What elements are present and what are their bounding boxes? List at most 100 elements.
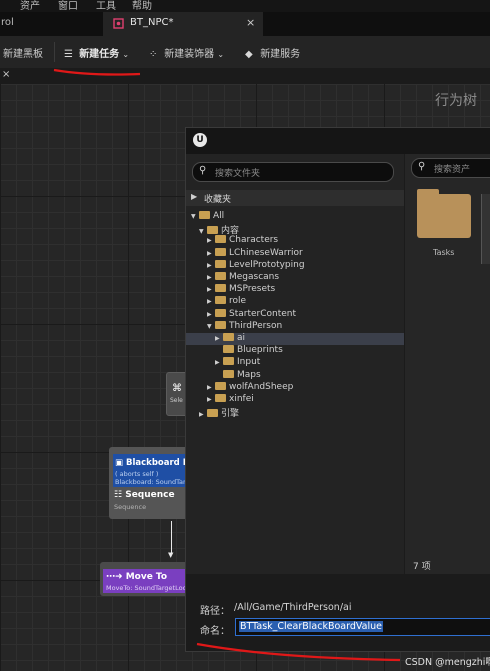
annotation-underline-toolbar bbox=[53, 68, 141, 76]
folder-tree-item-content: Blueprints bbox=[215, 345, 283, 355]
menu-item-help[interactable]: 帮助 bbox=[132, 0, 152, 12]
folder-icon bbox=[417, 194, 471, 238]
chevron-right-icon[interactable]: ▶ bbox=[207, 274, 215, 281]
chevron-right-icon[interactable]: ▶ bbox=[199, 411, 207, 418]
asset-name-value: BTTask_ClearBlackBoardValue bbox=[239, 621, 383, 632]
search-icon: ⚲ bbox=[418, 161, 426, 172]
asset-search-input[interactable]: ⚲ 搜索资产 bbox=[411, 158, 490, 178]
asset-tile-label: Tasks bbox=[433, 248, 455, 257]
new-decorator-button[interactable]: ⁘ 新建装饰器 ⌄ bbox=[149, 45, 224, 60]
close-icon[interactable]: × bbox=[2, 69, 10, 80]
folder-tree-item[interactable]: ▶ Input bbox=[186, 357, 404, 369]
folder-tree-item-content: ▶ Input bbox=[215, 357, 260, 367]
selector-icon: ⌘ bbox=[172, 383, 182, 394]
search-icon: ⚲ bbox=[199, 165, 207, 176]
folder-icon bbox=[215, 247, 226, 256]
folder-tree-label: Maps bbox=[237, 369, 261, 380]
chevron-right-icon[interactable]: ▶ bbox=[207, 311, 215, 318]
folder-tree-item-content: ▶ ai bbox=[215, 333, 245, 343]
menu-item-asset[interactable]: 资产 bbox=[20, 0, 40, 12]
folder-tree-item[interactable]: ▶ wolfAndSheep bbox=[186, 381, 404, 394]
folder-tree-item[interactable]: ▼ ThirdPerson bbox=[186, 320, 404, 333]
folder-tree-item[interactable]: ▼ All bbox=[186, 211, 404, 223]
path-label: 路径： bbox=[200, 606, 230, 617]
asset-tile-tasks[interactable]: Tasks bbox=[415, 189, 475, 264]
folder-tree-item[interactable]: ▶ 引擎 bbox=[186, 406, 404, 420]
new-service-label: 新建服务 bbox=[260, 49, 301, 60]
folder-tree-item[interactable]: Maps bbox=[186, 369, 404, 382]
folder-tree-item[interactable]: ▶ ai bbox=[186, 333, 404, 345]
new-task-button[interactable]: ☰ 新建任务 ⌄ bbox=[64, 45, 130, 60]
menu-item-tools[interactable]: 工具 bbox=[96, 0, 116, 12]
folder-tree-item[interactable]: ▶ xinfei bbox=[186, 394, 404, 406]
blackboard-key-text: Blackboard: SoundTar bbox=[115, 478, 186, 486]
tab-bt-npc[interactable]: BT_NPC* × bbox=[103, 12, 263, 36]
folder-icon bbox=[207, 409, 218, 418]
folder-search-placeholder: 搜索文件夹 bbox=[215, 169, 261, 179]
folder-tree-item[interactable]: ▶ LevelPrototyping bbox=[186, 259, 404, 272]
folder-icon bbox=[215, 394, 226, 402]
move-to-subtitle: MoveTo: SoundTargetLoc bbox=[106, 584, 187, 592]
chevron-down-icon[interactable]: ▼ bbox=[191, 213, 199, 220]
folder-icon bbox=[215, 381, 226, 390]
folder-tree-item[interactable]: ▶ StarterContent bbox=[186, 308, 404, 321]
folder-tree-item-content: ▶ StarterContent bbox=[207, 308, 296, 319]
folder-search-input[interactable]: ⚲ 搜索文件夹 bbox=[192, 162, 394, 182]
wire-arrow-icon: ▼ bbox=[168, 551, 174, 559]
toolbar-divider bbox=[54, 42, 55, 62]
folder-icon bbox=[215, 308, 226, 317]
blackboard-title-text: Blackboard B bbox=[126, 458, 190, 468]
menu-item-window[interactable]: 窗口 bbox=[58, 0, 78, 12]
folder-tree-item[interactable]: ▶ Megascans bbox=[186, 272, 404, 284]
asset-tile-partial[interactable] bbox=[481, 194, 490, 264]
sequence-node[interactable]: ▣ Blackboard B ( aborts self ) Blackboar… bbox=[109, 447, 191, 519]
chevron-down-icon[interactable]: ▼ bbox=[199, 228, 207, 235]
dialog-title-bar[interactable]: U bbox=[186, 128, 490, 154]
new-blackboard-button[interactable]: 新建黑板 bbox=[3, 45, 43, 60]
folder-tree-item[interactable]: ▼ 内容 bbox=[186, 223, 404, 236]
folder-tree-item-content: Maps bbox=[215, 369, 261, 380]
folder-tree-label: LChineseWarrior bbox=[229, 247, 303, 258]
folder-tree-item-content: ▼ All bbox=[191, 211, 224, 221]
chevron-right-icon[interactable]: ▶ bbox=[207, 396, 215, 403]
folder-tree-item[interactable]: Blueprints bbox=[186, 345, 404, 357]
chevron-right-icon[interactable]: ▶ bbox=[207, 250, 215, 257]
folder-tree-label: Blueprints bbox=[237, 345, 283, 356]
folder-tree-item-content: ▶ LevelPrototyping bbox=[207, 259, 305, 270]
move-to-node[interactable]: ⋯➜ Move To MoveTo: SoundTargetLoc bbox=[100, 562, 188, 596]
folder-tree-item[interactable]: ▶ LChineseWarrior bbox=[186, 247, 404, 260]
folder-tree-label: 引擎 bbox=[221, 409, 240, 420]
graph-watermark-title: 行为树 bbox=[435, 93, 477, 109]
chevron-right-icon[interactable]: ▶ bbox=[207, 286, 215, 293]
folder-tree-label: Input bbox=[237, 357, 261, 368]
path-value: /All/Game/ThirdPerson/ai bbox=[234, 602, 352, 613]
folder-tree-item-content: ▶ LChineseWarrior bbox=[207, 247, 303, 258]
tab-control[interactable]: rol bbox=[0, 12, 100, 36]
folder-icon bbox=[215, 259, 226, 268]
chevron-right-icon[interactable]: ▶ bbox=[207, 298, 215, 305]
chevron-right-icon: ▶ bbox=[191, 192, 198, 201]
folder-tree-item-content: ▶ wolfAndSheep bbox=[207, 381, 294, 392]
blackboard-aborts-text: ( aborts self ) bbox=[115, 470, 159, 478]
chevron-down-icon[interactable]: ▼ bbox=[207, 323, 215, 330]
close-icon[interactable]: × bbox=[246, 16, 255, 29]
favorites-section[interactable]: ▶ 收藏夹 bbox=[186, 190, 404, 206]
folder-tree-item[interactable]: ▶ MSPresets bbox=[186, 284, 404, 296]
chevron-right-icon[interactable]: ▶ bbox=[207, 384, 215, 391]
folder-tree-label: wolfAndSheep bbox=[229, 381, 294, 392]
chevron-down-icon: ⌄ bbox=[122, 50, 130, 59]
folder-icon bbox=[215, 284, 226, 293]
folder-tree-item[interactable]: ▶ role bbox=[186, 296, 404, 308]
blackboard-decorator[interactable]: ▣ Blackboard B ( aborts self ) Blackboar… bbox=[113, 454, 191, 487]
folder-tree-item[interactable]: ▶ Characters bbox=[186, 235, 404, 247]
chevron-right-icon[interactable]: ▶ bbox=[215, 335, 223, 342]
graph-wire bbox=[171, 521, 172, 554]
folder-tree-item-content: ▶ MSPresets bbox=[207, 284, 275, 294]
folder-icon bbox=[215, 272, 226, 280]
asset-name-input[interactable]: BTTask_ClearBlackBoardValue bbox=[235, 618, 490, 636]
chevron-right-icon[interactable]: ▶ bbox=[215, 359, 223, 366]
chevron-right-icon[interactable]: ▶ bbox=[207, 262, 215, 269]
chevron-right-icon[interactable]: ▶ bbox=[207, 237, 215, 244]
sequence-title-text: Sequence bbox=[125, 490, 175, 500]
new-service-button[interactable]: ◆ 新建服务 bbox=[245, 45, 301, 60]
